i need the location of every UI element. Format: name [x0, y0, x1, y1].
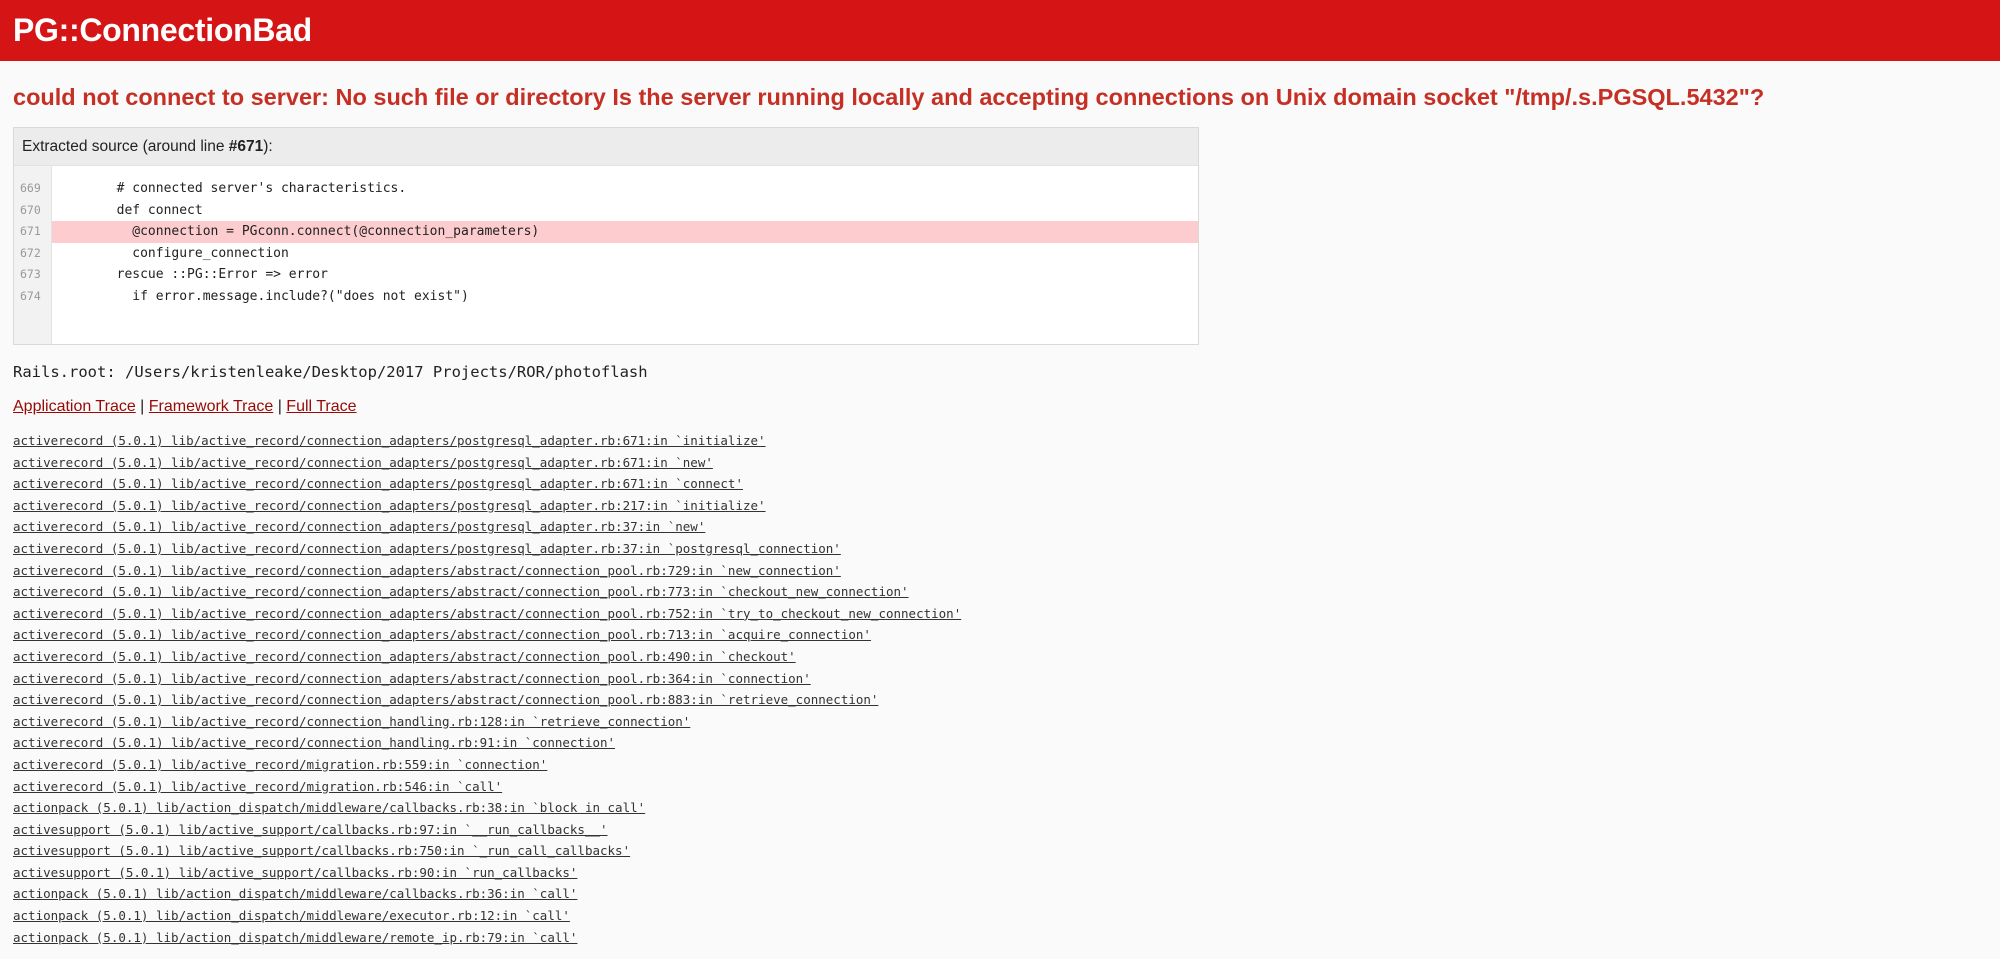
source-info-prefix: Extracted source (around line — [22, 138, 229, 155]
trace-line[interactable]: actionpack (5.0.1) lib/action_dispatch/m… — [13, 905, 1987, 927]
trace-line[interactable]: actionpack (5.0.1) lib/action_dispatch/m… — [13, 883, 1987, 905]
code-line: # connected server's characteristics. — [54, 181, 407, 196]
code-line: rescue ::PG::Error => error — [54, 267, 328, 282]
trace-line[interactable]: activerecord (5.0.1) lib/active_record/c… — [13, 711, 1987, 733]
trace-line[interactable]: activerecord (5.0.1) lib/active_record/c… — [13, 624, 1987, 646]
trace-line[interactable]: activerecord (5.0.1) lib/active_record/c… — [13, 560, 1987, 582]
line-number-gutter: 669 670 671 672 673 674 — [14, 166, 52, 344]
source-info-suffix: ): — [263, 138, 273, 155]
trace-line[interactable]: activerecord (5.0.1) lib/active_record/c… — [13, 452, 1987, 474]
line-number: 673 — [20, 267, 41, 281]
code-line: if error.message.include?("does not exis… — [54, 288, 469, 304]
trace-line[interactable]: activerecord (5.0.1) lib/active_record/c… — [13, 495, 1987, 517]
trace-line[interactable]: activesupport (5.0.1) lib/active_support… — [13, 819, 1987, 841]
trace-line[interactable]: activerecord (5.0.1) lib/active_record/m… — [13, 754, 1987, 776]
trace-line[interactable]: activesupport (5.0.1) lib/active_support… — [13, 840, 1987, 862]
trace-line[interactable]: activerecord (5.0.1) lib/active_record/c… — [13, 516, 1987, 538]
source-body: 669 670 671 672 673 674 # connected server's … — [14, 166, 1198, 344]
trace-line[interactable]: activerecord (5.0.1) lib/active_record/c… — [13, 603, 1987, 625]
trace-line[interactable]: activerecord (5.0.1) lib/active_record/c… — [13, 581, 1987, 603]
line-number: 669 — [20, 181, 41, 195]
full-trace-link[interactable]: Full Trace — [286, 398, 356, 415]
code-line: configure_connection — [54, 245, 289, 261]
line-number: 670 — [20, 202, 41, 217]
line-number: 671 — [20, 224, 41, 238]
trace-line[interactable]: activerecord (5.0.1) lib/active_record/c… — [13, 732, 1987, 754]
highlighted-code-line: @connection = PGconn.connect(@connection… — [52, 221, 1198, 243]
trace-line[interactable]: activerecord (5.0.1) lib/active_record/c… — [13, 473, 1987, 495]
source-info: Extracted source (around line #671): — [14, 128, 1198, 166]
framework-trace-link[interactable]: Framework Trace — [149, 398, 273, 415]
exception-title: PG::ConnectionBad — [13, 12, 312, 48]
error-header: PG::ConnectionBad — [0, 0, 2000, 61]
trace-line[interactable]: activerecord (5.0.1) lib/active_record/c… — [13, 668, 1987, 690]
main-content: could not connect to server: No such fil… — [0, 82, 2000, 948]
trace-nav: Application Trace | Framework Trace | Fu… — [13, 398, 1987, 416]
extracted-source-panel: Extracted source (around line #671): 669… — [13, 127, 1199, 345]
trace-line[interactable]: activerecord (5.0.1) lib/active_record/c… — [13, 430, 1987, 452]
line-number: 674 — [20, 288, 41, 303]
trace-list: activerecord (5.0.1) lib/active_record/c… — [13, 430, 1987, 948]
application-trace-link[interactable]: Application Trace — [13, 398, 136, 415]
trace-nav-separator: | — [273, 398, 287, 415]
source-code[interactable]: # connected server's characteristics. de… — [52, 166, 1198, 344]
trace-line[interactable]: actionpack (5.0.1) lib/action_dispatch/m… — [13, 797, 1987, 819]
trace-line[interactable]: activerecord (5.0.1) lib/active_record/c… — [13, 646, 1987, 668]
error-message: could not connect to server: No such fil… — [13, 84, 1765, 110]
trace-line[interactable]: actionpack (5.0.1) lib/action_dispatch/m… — [13, 927, 1987, 949]
trace-line[interactable]: activerecord (5.0.1) lib/active_record/c… — [13, 689, 1987, 711]
trace-line[interactable]: activerecord (5.0.1) lib/active_record/m… — [13, 776, 1987, 798]
trace-nav-separator: | — [135, 398, 149, 415]
source-line-number: #671 — [228, 138, 264, 155]
rails-root: Rails.root: /Users/kristenleake/Desktop/… — [13, 363, 648, 381]
trace-line[interactable]: activesupport (5.0.1) lib/active_support… — [13, 862, 1987, 884]
trace-line[interactable]: activerecord (5.0.1) lib/active_record/c… — [13, 538, 1987, 560]
line-number: 672 — [20, 245, 41, 260]
code-line: def connect — [54, 202, 203, 218]
